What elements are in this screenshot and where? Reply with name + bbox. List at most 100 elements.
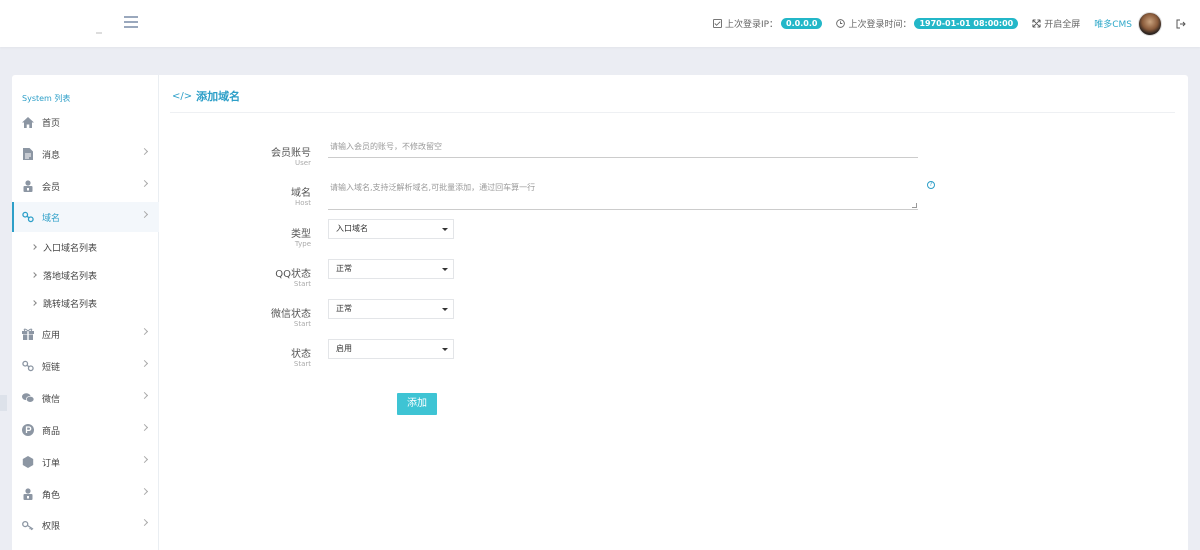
qq-status-select[interactable]: 正常 <box>328 259 454 279</box>
sidebar-subitem-label: 跳转域名列表 <box>43 299 98 310</box>
help-icon[interactable]: ? <box>927 181 935 189</box>
caret-down-icon <box>442 228 448 231</box>
type-select[interactable]: 入口域名 <box>328 219 454 239</box>
sidebar-item-label: 订单 <box>42 458 61 469</box>
expand-icon <box>1032 19 1041 28</box>
fullscreen-label: 开启全屏 <box>1044 20 1081 30</box>
sidebar-item-label: 首页 <box>42 118 61 129</box>
gift-icon <box>22 328 34 340</box>
member-label: 会员账号 <box>271 148 311 159</box>
chevron-right-icon <box>31 244 37 250</box>
sidebar-item-label: 短链 <box>42 362 61 373</box>
top-header: 上次登录IP： 0.0.0.0 上次登录时间： 1970-01-01 08:00… <box>0 0 1200 47</box>
sidebar-item-orders[interactable]: 订单 <box>12 447 159 477</box>
caret-down-icon <box>442 308 448 311</box>
chevron-right-icon <box>140 455 149 464</box>
page-title-text: 添加域名 <box>196 90 241 103</box>
chevron-right-icon <box>140 487 149 496</box>
sidebar-item-label: 域名 <box>42 213 61 224</box>
wechat-status-select[interactable]: 正常 <box>328 299 454 319</box>
add-button[interactable]: 添加 <box>397 393 437 415</box>
main-panel: System 列表 首页 消息 会员 域名 入口域名列表 落地域名列表 跳转域名… <box>12 75 1188 550</box>
document-icon <box>22 148 34 160</box>
chevron-right-icon <box>140 359 149 368</box>
sidebar-subitem-landing-domains[interactable]: 落地域名列表 <box>12 261 159 289</box>
host-placeholder: 请输入域名,支持泛解析域名,可批量添加，通过回车算一行 <box>330 183 536 192</box>
status-select[interactable]: 启用 <box>328 339 454 359</box>
menu-toggle-icon[interactable] <box>124 16 138 28</box>
user-lock-icon <box>22 180 34 192</box>
sidebar-item-wechat[interactable]: 微信 <box>12 383 159 413</box>
member-account-input[interactable]: 请输入会员的账号，不修改留空 <box>328 138 918 158</box>
chevron-right-icon <box>140 391 149 400</box>
host-sublabel: Host <box>295 199 311 207</box>
sidebar-subitem-label: 入口域名列表 <box>43 243 98 254</box>
clock-icon <box>836 19 846 28</box>
sidebar-title: System 列表 <box>22 94 71 103</box>
status-label: 状态 <box>291 349 311 360</box>
sidebar-item-members[interactable]: 会员 <box>12 171 159 201</box>
last-ip-badge: 0.0.0.0 <box>781 18 823 29</box>
sidebar-item-products[interactable]: 商品 <box>12 415 159 445</box>
avatar[interactable] <box>1138 11 1162 36</box>
host-textarea[interactable]: 请输入域名,支持泛解析域名,可批量添加，通过回车算一行 <box>328 180 918 210</box>
sidebar-item-domains[interactable]: 域名 <box>12 202 159 232</box>
caret-down-icon <box>442 348 448 351</box>
chevron-right-icon <box>31 272 37 278</box>
chevron-right-icon <box>140 147 149 156</box>
status-value: 启用 <box>336 344 352 353</box>
sidebar-item-label: 商品 <box>42 426 61 437</box>
sidebar-subitem-redirect-domains[interactable]: 跳转域名列表 <box>12 289 159 317</box>
last-ip-label: 上次登录IP： <box>724 20 779 30</box>
sidebar-item-label: 权限 <box>42 521 61 532</box>
caret-down-icon <box>442 268 448 271</box>
resize-handle-icon[interactable] <box>912 203 917 208</box>
left-edge-handle[interactable] <box>0 395 7 411</box>
qq-status-label: QQ状态 <box>275 269 311 280</box>
sidebar-item-roles[interactable]: 角色 <box>12 479 159 509</box>
fullscreen-button[interactable]: 开启全屏 <box>1032 17 1080 30</box>
chevron-right-icon <box>140 327 149 336</box>
last-time-badge: 1970-01-01 08:00:00 <box>914 18 1019 29</box>
last-login-time: 上次登录时间： 1970-01-01 08:00:00 <box>836 17 1019 30</box>
sidebar-item-permissions[interactable]: 权限 <box>12 510 159 540</box>
wechat-status-sublabel: Start <box>293 320 311 328</box>
sidebar-item-label: 会员 <box>42 182 61 193</box>
header-divider <box>170 112 1175 113</box>
hexagon-icon <box>22 456 34 468</box>
home-icon <box>22 116 34 128</box>
chevron-right-icon <box>140 210 149 219</box>
sidebar-item-home[interactable]: 首页 <box>12 107 159 137</box>
page-title: </> 添加域名 <box>172 88 240 104</box>
chevron-right-icon <box>140 423 149 432</box>
sidebar-item-shortlinks[interactable]: 短链 <box>12 351 159 381</box>
sidebar-subitem-entry-domains[interactable]: 入口域名列表 <box>12 233 159 261</box>
chevron-right-icon <box>31 300 37 306</box>
key-icon <box>22 519 34 531</box>
sidebar-item-label: 角色 <box>42 490 61 501</box>
type-sublabel: Type <box>294 240 311 248</box>
link-icon <box>22 360 34 372</box>
sidebar-item-apps[interactable]: 应用 <box>12 319 159 349</box>
user-name[interactable]: 唯多CMS <box>1094 17 1132 30</box>
sidebar-item-label: 微信 <box>42 394 61 405</box>
main-content: </> 添加域名 会员账号 User 请输入会员的账号，不修改留空 域名 Hos… <box>160 75 1188 550</box>
host-label: 域名 <box>291 188 311 199</box>
sidebar-item-messages[interactable]: 消息 <box>12 139 159 169</box>
sidebar: System 列表 首页 消息 会员 域名 入口域名列表 落地域名列表 跳转域名… <box>12 75 159 550</box>
wechat-status-value: 正常 <box>336 304 352 313</box>
product-p-icon <box>22 424 34 436</box>
type-select-value: 入口域名 <box>336 224 368 233</box>
header-right: 上次登录IP： 0.0.0.0 上次登录时间： 1970-01-01 08:00… <box>712 0 1200 47</box>
qq-status-value: 正常 <box>336 264 352 273</box>
wechat-icon <box>22 392 34 404</box>
type-label: 类型 <box>291 229 311 240</box>
logout-icon[interactable] <box>1176 19 1186 29</box>
last-time-label: 上次登录时间： <box>848 20 912 30</box>
checkbox-icon <box>712 19 722 28</box>
last-login-ip: 上次登录IP： 0.0.0.0 <box>712 17 823 30</box>
link-icon <box>22 211 34 223</box>
logo[interactable] <box>0 0 118 47</box>
member-sublabel: User <box>295 159 311 167</box>
wechat-status-label: 微信状态 <box>271 309 311 320</box>
